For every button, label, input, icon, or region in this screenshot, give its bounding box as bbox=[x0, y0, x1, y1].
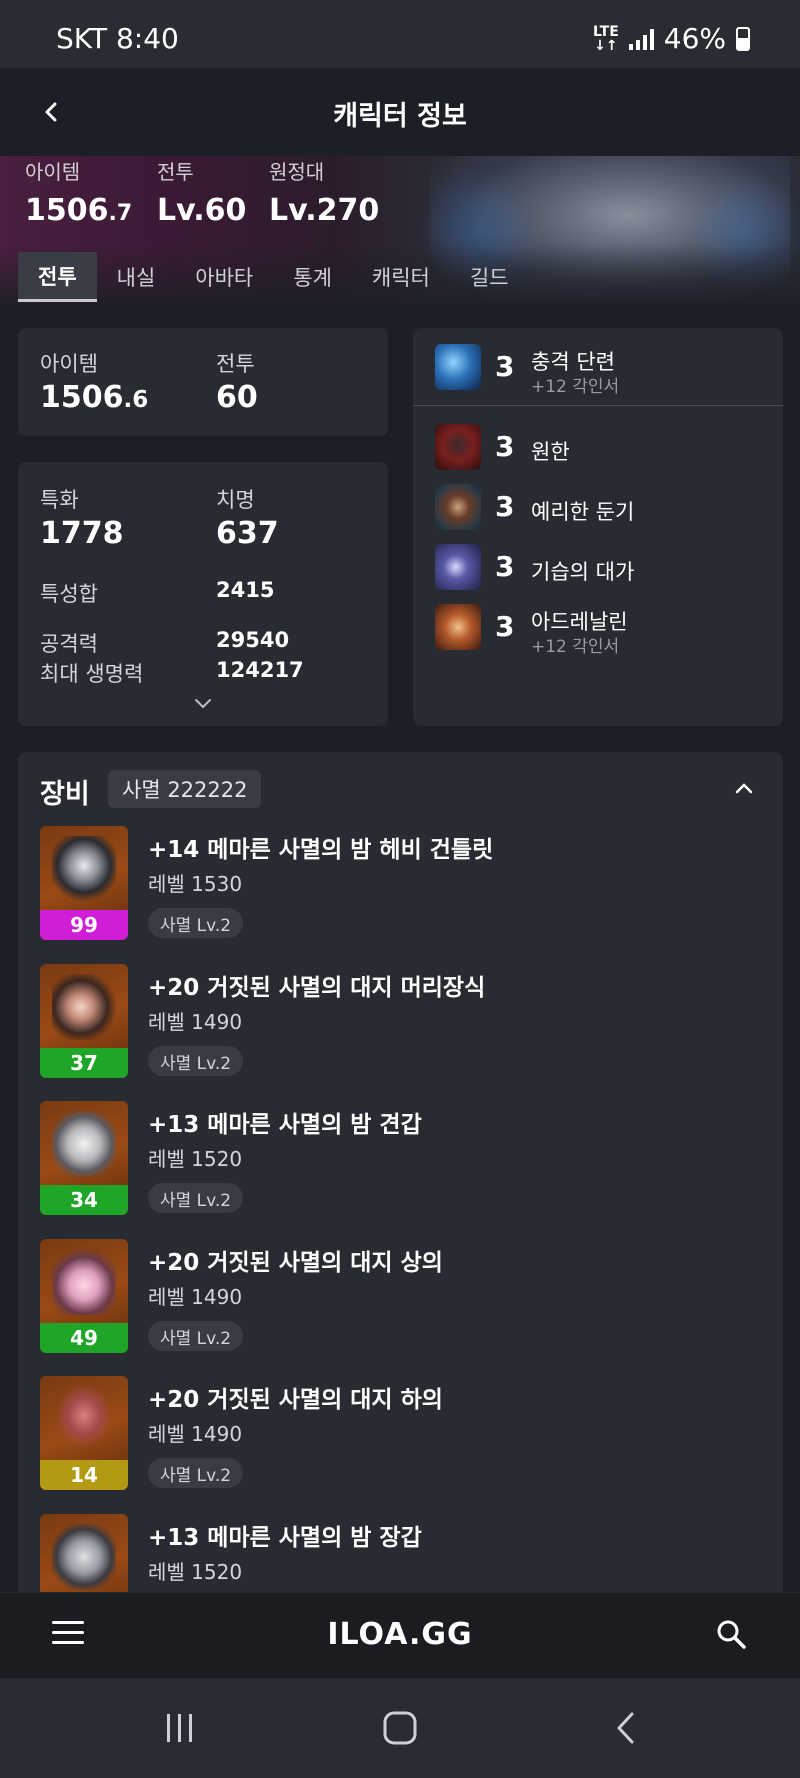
combat-level-value: 60 bbox=[216, 380, 258, 415]
equipment-name: +14 메마른 사멸의 밤 헤비 건틀릿 bbox=[148, 837, 494, 863]
engraving-item[interactable]: 3 예리한 둔기 bbox=[413, 480, 783, 534]
app-header: 캐릭터 정보 bbox=[0, 68, 800, 156]
shoulder-armor-icon bbox=[52, 1111, 116, 1177]
equipment-level: 레벨 1520 bbox=[148, 1560, 243, 1584]
quality-value: 34 bbox=[40, 1185, 128, 1215]
equipment-item-head[interactable]: 37 +20 거짓된 사멸의 대지 머리장식 레벨 1490 사멸 Lv.2 bbox=[40, 964, 760, 1078]
equipment-level: 레벨 1520 bbox=[148, 1147, 243, 1171]
keen-blunt-weapon-icon bbox=[435, 484, 481, 530]
equipment-name: +20 거짓된 사멸의 대지 머리장식 bbox=[148, 975, 486, 1001]
combat-level-label: 전투 bbox=[216, 352, 255, 376]
equipment-thumbnail bbox=[40, 1514, 128, 1592]
shock-training-icon bbox=[435, 344, 481, 390]
equipment-level: 레벨 1490 bbox=[148, 1422, 243, 1446]
equipment-thumbnail: 14 bbox=[40, 1376, 128, 1490]
master-ambusher-icon bbox=[435, 544, 481, 590]
max-hp-label: 최대 생명력 bbox=[40, 662, 144, 686]
signal-icon bbox=[628, 28, 654, 50]
app-logo[interactable]: ILOA.GG bbox=[0, 1617, 800, 1652]
headgear-icon bbox=[52, 974, 116, 1040]
specialization-label: 특화 bbox=[40, 488, 79, 512]
engraving-item[interactable]: 3 원한 bbox=[413, 420, 783, 474]
equipment-name: +20 거짓된 사멸의 대지 상의 bbox=[148, 1250, 443, 1276]
attack-power-label: 공격력 bbox=[40, 632, 98, 656]
quality-value: 99 bbox=[40, 910, 128, 940]
crit-label: 치명 bbox=[216, 488, 255, 512]
stats-card: 특화 1778 치명 637 특성합 2415 공격력 29540 최대 생명력… bbox=[18, 462, 388, 726]
chevron-down-icon[interactable] bbox=[193, 698, 213, 710]
equipment-name: +20 거짓된 사멸의 대지 하의 bbox=[148, 1387, 443, 1413]
tab-guild[interactable]: 길드 bbox=[450, 252, 529, 302]
chevron-up-icon bbox=[735, 783, 753, 794]
equipment-thumbnail: 99 bbox=[40, 826, 128, 940]
equipment-level: 레벨 1530 bbox=[148, 872, 243, 896]
lte-icon: LTE ↓↑ bbox=[593, 23, 619, 54]
gloves-icon bbox=[52, 1524, 116, 1590]
equipment-item-weapon[interactable]: 99 +14 메마른 사멸의 밤 헤비 건틀릿 레벨 1530 사멸 Lv.2 bbox=[40, 826, 760, 940]
item-level-value: 1506.6 bbox=[40, 380, 149, 415]
status-carrier-time: SKT 8:40 bbox=[56, 22, 179, 55]
equipment-item-gloves[interactable]: +13 메마른 사멸의 밤 장갑 레벨 1520 bbox=[40, 1514, 760, 1592]
equipment-thumbnail: 34 bbox=[40, 1101, 128, 1215]
tab-statistics[interactable]: 통계 bbox=[273, 252, 352, 302]
tab-combat[interactable]: 전투 bbox=[18, 252, 97, 302]
equipment-item-chest[interactable]: 49 +20 거짓된 사멸의 대지 상의 레벨 1490 사멸 Lv.2 bbox=[40, 1239, 760, 1353]
equipment-thumbnail: 37 bbox=[40, 964, 128, 1078]
specialization-value: 1778 bbox=[40, 516, 124, 551]
engraving-item[interactable]: 3 기습의 대가 bbox=[413, 540, 783, 594]
tab-life[interactable]: 내실 bbox=[97, 252, 176, 302]
hero-combat-level: 전투 Lv.60 bbox=[157, 160, 247, 228]
equipment-set-tag: 사멸 Lv.2 bbox=[148, 1458, 244, 1488]
equipment-level: 레벨 1490 bbox=[148, 1010, 243, 1034]
equipment-item-shoulder[interactable]: 34 +13 메마른 사멸의 밤 견갑 레벨 1520 사멸 Lv.2 bbox=[40, 1101, 760, 1215]
item-level-label: 아이템 bbox=[40, 352, 98, 376]
tab-bar: 전투 내실 아바타 통계 캐릭터 길드 bbox=[18, 252, 529, 302]
battery-icon bbox=[736, 26, 750, 51]
equipment-title: 장비 bbox=[40, 779, 90, 810]
equipment-name: +13 메마른 사멸의 밤 장갑 bbox=[148, 1525, 422, 1551]
hero-roster-level: 원정대 Lv.270 bbox=[269, 160, 380, 228]
search-icon[interactable] bbox=[714, 1617, 748, 1651]
engraving-item[interactable]: 3 아드레날린 +12 각인서 bbox=[413, 600, 783, 657]
engravings-card: 3 충격 단련 +12 각인서 3 원한 3 예리한 둔기 3 기습의 대가 3… bbox=[413, 328, 783, 726]
system-navigation-bar bbox=[0, 1678, 800, 1778]
hero-item-level: 아이템 1506.7 bbox=[25, 160, 133, 228]
trait-sum-label: 특성합 bbox=[40, 582, 98, 606]
set-effect-badge: 사멸 222222 bbox=[108, 770, 262, 808]
equipment-thumbnail: 49 bbox=[40, 1239, 128, 1353]
engraving-item[interactable]: 3 충격 단련 +12 각인서 bbox=[413, 340, 783, 397]
status-bar: SKT 8:40 LTE ↓↑ 46% bbox=[0, 0, 800, 68]
top-armor-icon bbox=[52, 1249, 116, 1315]
summary-card: 아이템 1506.6 전투 60 bbox=[18, 328, 388, 436]
home-icon[interactable] bbox=[380, 1710, 420, 1746]
status-indicators: LTE ↓↑ 46% bbox=[593, 22, 750, 55]
equipment-set-tag: 사멸 Lv.2 bbox=[148, 908, 244, 938]
adrenaline-icon bbox=[435, 604, 481, 650]
recent-apps-icon[interactable] bbox=[160, 1710, 200, 1746]
equipment-set-tag: 사멸 Lv.2 bbox=[148, 1321, 244, 1351]
crit-value: 637 bbox=[216, 516, 279, 551]
equipment-level: 레벨 1490 bbox=[148, 1285, 243, 1309]
max-hp-value: 124217 bbox=[216, 658, 304, 682]
attack-power-value: 29540 bbox=[216, 628, 290, 652]
quality-value: 14 bbox=[40, 1460, 128, 1490]
tab-avatar[interactable]: 아바타 bbox=[175, 252, 273, 302]
tab-characters[interactable]: 캐릭터 bbox=[352, 252, 450, 302]
battery-percent: 46% bbox=[663, 22, 726, 55]
equipment-set-tag: 사멸 Lv.2 bbox=[148, 1046, 244, 1076]
divider bbox=[413, 405, 783, 406]
quality-value: 37 bbox=[40, 1048, 128, 1078]
pants-icon bbox=[52, 1386, 116, 1452]
collapse-button[interactable] bbox=[730, 776, 758, 800]
equipment-name: +13 메마른 사멸의 밤 견갑 bbox=[148, 1112, 422, 1138]
trait-sum-value: 2415 bbox=[216, 578, 275, 602]
equipment-item-pants[interactable]: 14 +20 거짓된 사멸의 대지 하의 레벨 1490 사멸 Lv.2 bbox=[40, 1376, 760, 1490]
system-back-icon[interactable] bbox=[606, 1710, 646, 1746]
page-title: 캐릭터 정보 bbox=[333, 101, 467, 132]
quality-value: 49 bbox=[40, 1323, 128, 1353]
grudge-icon bbox=[435, 424, 481, 470]
gauntlet-icon bbox=[52, 836, 116, 902]
equipment-set-tag: 사멸 Lv.2 bbox=[148, 1183, 244, 1213]
bottom-app-bar: ILOA.GG bbox=[0, 1592, 800, 1678]
